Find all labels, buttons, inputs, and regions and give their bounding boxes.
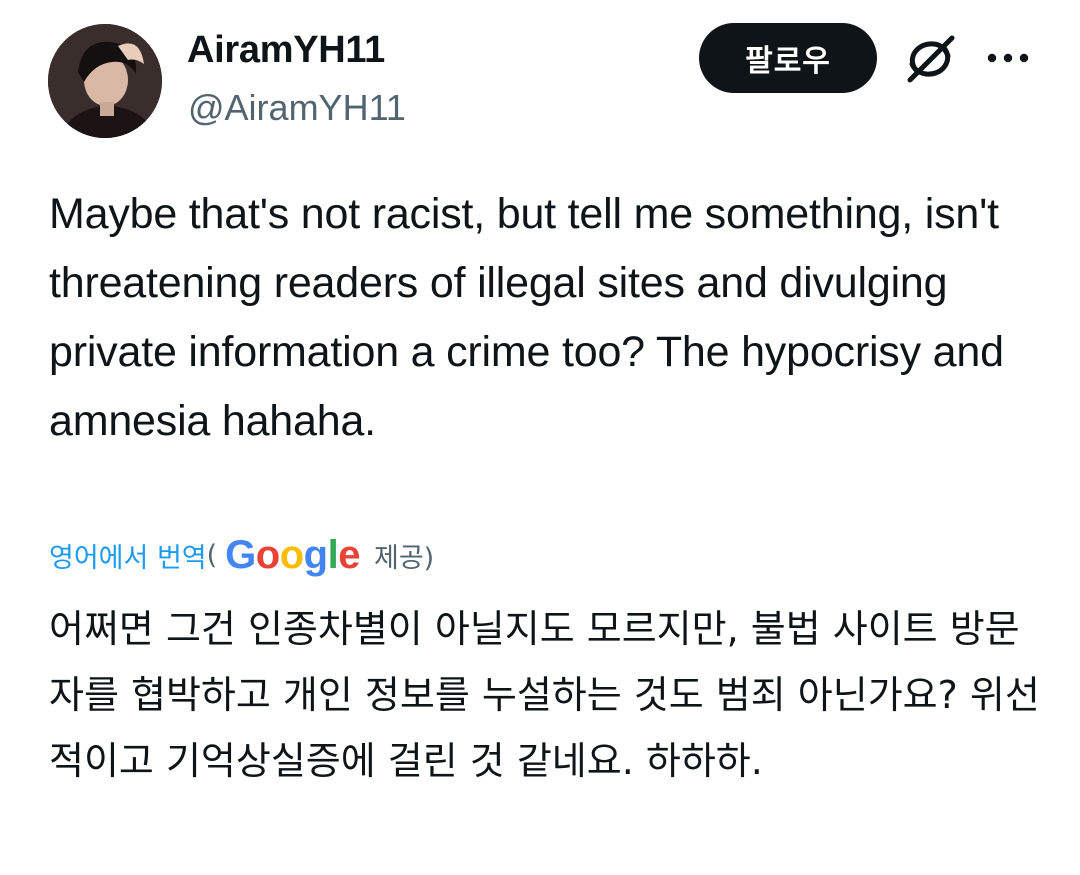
provided-label: 제공) (373, 542, 435, 574)
google-letter: o (255, 532, 280, 577)
google-letter: e (338, 532, 360, 577)
paren-open: ( (206, 539, 218, 571)
follow-button[interactable]: 팔로우 (699, 23, 877, 93)
profile-photo (48, 24, 162, 138)
tweet-text: Maybe that's not racist, but tell me som… (49, 190, 1004, 445)
google-letter: G (225, 532, 256, 577)
user-handle[interactable]: @AiramYH11 (188, 84, 406, 132)
google-letter: o (279, 532, 304, 577)
google-logo: Google (225, 533, 360, 578)
translate-link[interactable]: 영어에서 번역 (49, 536, 207, 575)
google-letter: g (303, 532, 328, 577)
translation-attribution: 영어에서 번역 ( Google 제공) (49, 530, 434, 580)
display-name[interactable]: AiramYH11 (187, 26, 385, 74)
translated-text: 어쩌면 그건 인종차별이 아닐지도 모르지만, 불법 사이트 방문자를 협박하고… (49, 607, 1040, 783)
avatar[interactable] (48, 24, 162, 138)
google-letter: l (327, 532, 339, 577)
grok-icon[interactable] (902, 34, 958, 84)
more-options-icon[interactable] (986, 48, 1030, 68)
